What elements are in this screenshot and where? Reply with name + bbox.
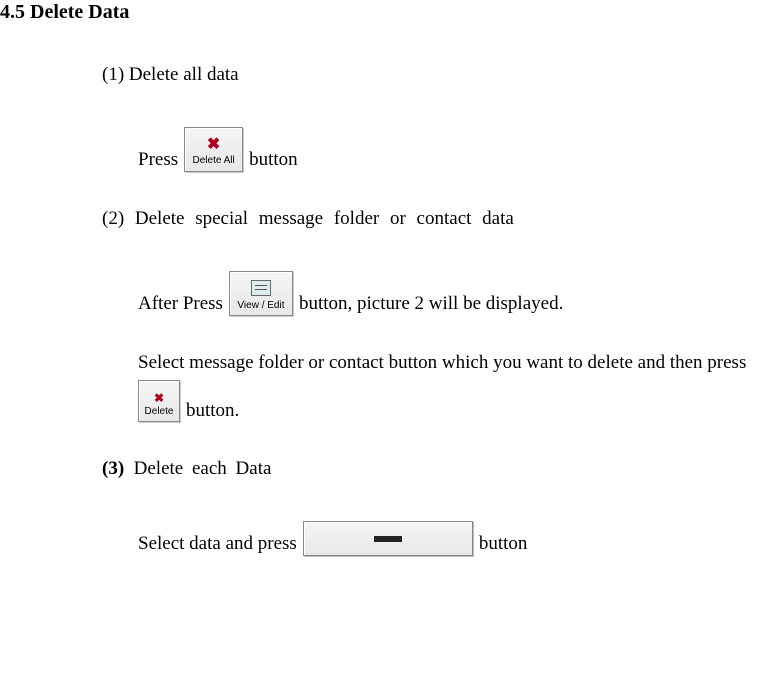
- text-select-folder: Select message folder or contact button …: [138, 352, 783, 375]
- text-button: button.: [186, 400, 239, 423]
- delete-all-button[interactable]: ✖ Delete All: [184, 127, 243, 172]
- step-2: (2) Delete special message folder or con…: [102, 208, 783, 231]
- x-icon: ✖: [154, 392, 164, 404]
- minus-icon: [374, 536, 402, 542]
- text-select-data: Select data and press: [138, 533, 297, 556]
- step-1: (1) Delete all data: [102, 64, 783, 87]
- step-3-prefix: (3): [102, 458, 124, 479]
- view-edit-button[interactable]: View / Edit: [229, 271, 293, 316]
- text-button: button: [479, 533, 528, 556]
- delete-caption: Delete: [145, 407, 174, 417]
- text-button: button: [249, 149, 298, 172]
- step-1-instruction: Press ✖ Delete All button: [138, 127, 783, 172]
- document-icon: [251, 280, 271, 296]
- step-2-instruction-a: After Press View / Edit button, picture …: [138, 271, 783, 316]
- x-icon: ✖: [207, 137, 220, 153]
- step-3: (3) Delete each Data: [102, 458, 783, 481]
- step-3-instruction: Select data and press button: [138, 521, 783, 556]
- section-heading: 4.5 Delete Data: [0, 0, 783, 24]
- text-press: Press: [138, 149, 178, 172]
- step-2-instruction-b: Select message folder or contact button …: [138, 352, 783, 423]
- text-after-press: After Press: [138, 293, 223, 316]
- view-edit-caption: View / Edit: [237, 301, 284, 311]
- text-picture2: button, picture 2 will be displayed.: [299, 293, 563, 316]
- delete-button[interactable]: ✖ Delete: [138, 380, 180, 422]
- step-3-label: Delete each Data: [134, 458, 272, 479]
- delete-all-caption: Delete All: [193, 156, 235, 166]
- long-minus-button[interactable]: [303, 521, 473, 556]
